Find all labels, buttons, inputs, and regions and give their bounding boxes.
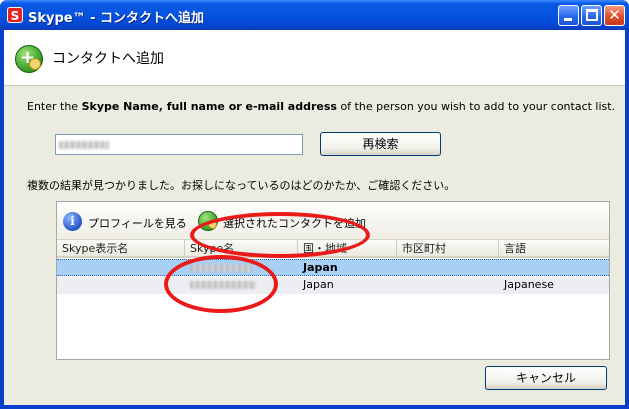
- page-title: コンタクトへ追加: [52, 51, 164, 67]
- add-contact-icon: +: [15, 45, 43, 73]
- instruction-text: Enter the Skype Name, full name or e-mai…: [27, 100, 616, 113]
- title-bar[interactable]: S Skype™ - コンタクトへ追加 ✕: [0, 0, 629, 30]
- close-button[interactable]: ✕: [604, 5, 625, 26]
- dialog-body: + コンタクトへ追加 Enter the Skype Name, full na…: [4, 30, 625, 405]
- annotation-circle-add-button: [190, 212, 370, 258]
- minimize-button[interactable]: [558, 5, 579, 26]
- maximize-button[interactable]: [581, 5, 602, 26]
- cell-language: Japanese: [504, 278, 554, 291]
- dialog-window: S Skype™ - コンタクトへ追加 ✕ + コンタクトへ追加 Enter t…: [0, 0, 629, 409]
- skype-app-icon: S: [7, 7, 23, 23]
- column-language[interactable]: 言語: [499, 240, 609, 258]
- cell-country: Japan: [303, 261, 338, 274]
- dialog-header: + コンタクトへ追加: [4, 30, 625, 86]
- window-title: Skype™ - コンタクトへ追加: [28, 11, 205, 26]
- close-icon: ✕: [608, 6, 621, 24]
- redacted-text: [59, 141, 109, 149]
- cancel-button[interactable]: キャンセル: [485, 366, 607, 390]
- maximize-icon: [586, 9, 598, 21]
- research-button[interactable]: 再検索: [320, 132, 441, 156]
- minimize-icon: [564, 18, 572, 21]
- result-message: 複数の結果が見つかりました。お探しになっているのはどのかたか、ご確認ください。: [27, 179, 456, 192]
- cell-country: Japan: [303, 278, 334, 291]
- search-input[interactable]: [55, 134, 303, 155]
- view-profile-button[interactable]: プロフィールを見る: [88, 215, 187, 231]
- annotation-circle-skype-names: [164, 255, 278, 313]
- table-row[interactable]: Japan: [57, 259, 609, 276]
- info-icon[interactable]: i: [63, 212, 82, 231]
- column-display-name[interactable]: Skype表示名: [57, 240, 185, 258]
- column-city[interactable]: 市区町村: [397, 240, 499, 258]
- table-row[interactable]: Japan Japanese: [57, 277, 609, 294]
- person-icon: [29, 58, 41, 70]
